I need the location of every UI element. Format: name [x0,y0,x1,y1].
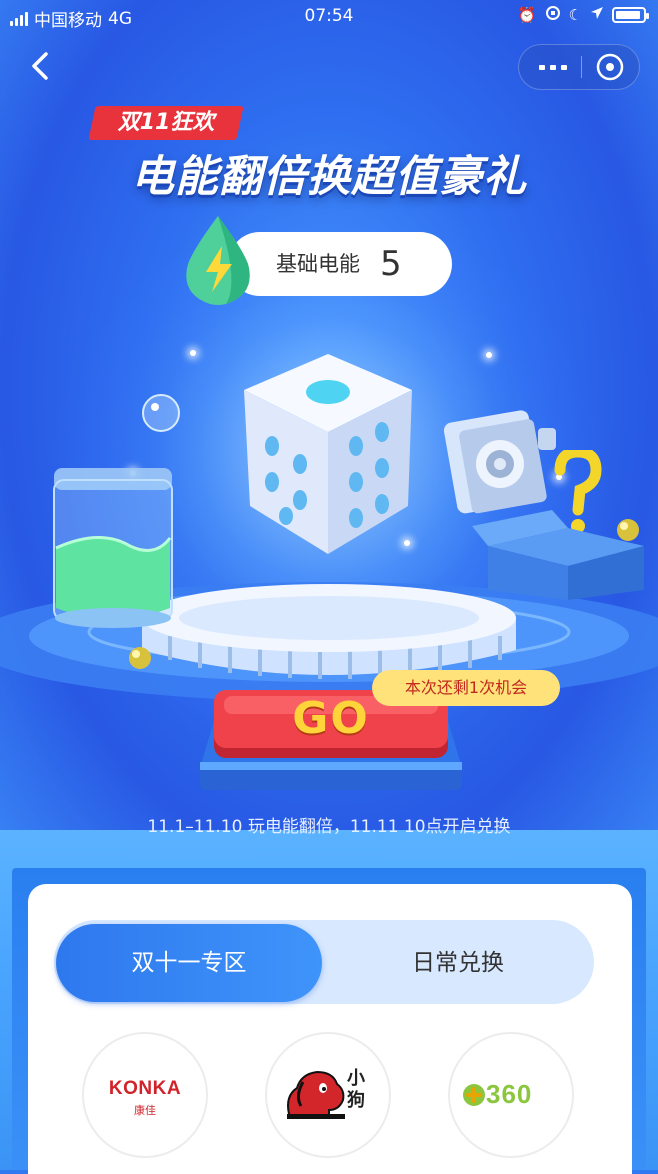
dice-illustration [244,354,412,554]
moon-icon: ☾ [568,6,582,24]
battery-icon [612,7,649,23]
lightning-drop-icon [186,216,250,305]
close-button[interactable] [595,52,625,82]
tab-double11[interactable]: 双十一专区 [56,924,322,1002]
more-button[interactable] [533,45,573,89]
dog-logo-icon [287,1070,345,1119]
sparkle [190,350,196,356]
close-miniprogram-icon [596,53,624,81]
alarm-icon: ⏰ [517,6,537,24]
status-right: ⏰ ☾ [517,5,649,25]
tab-daily-exchange[interactable]: 日常兑换 [322,924,594,1002]
brand-konka[interactable]: KONKA 康佳 [82,1032,208,1158]
location-icon [590,6,604,24]
energy-label: 基础电能 [276,252,360,276]
event-badge: 双11狂欢 [88,106,244,140]
sparkle [486,352,492,358]
konka-logo-subtext: 康佳 [134,1104,156,1117]
bubble-illustration [142,394,180,432]
rotation-lock-icon [545,5,561,25]
page-headline: 电能翻倍换超值豪礼 [131,152,527,202]
energy-pill: 基础电能 5 [228,232,452,296]
capsule-divider [581,56,582,78]
logo-360-text: 360 [486,1079,533,1109]
energy-value: 5 [380,244,402,284]
xiaogou-logo-text: 小狗 [347,1068,365,1111]
brand-xiaogou[interactable]: 小狗 [265,1032,391,1158]
event-badge-label: 双11狂欢 [117,110,215,135]
event-period-text: 11.1–11.10 玩电能翻倍，11.11 10点开启兑换 [147,817,511,837]
battery-illustration [53,468,173,628]
remaining-chances-tag: 本次还剩1次机会 [372,670,560,706]
konka-logo-text: KONKA [108,1078,182,1099]
miniprogram-capsule [518,44,640,90]
chevron-left-icon [32,52,48,80]
more-icon [539,65,545,70]
status-bar: 中国移动 4G 07:54 ⏰ ☾ [0,0,658,32]
gift-box-illustration [472,450,644,600]
back-button[interactable] [24,48,60,84]
brand-360[interactable]: 360 [448,1032,574,1158]
